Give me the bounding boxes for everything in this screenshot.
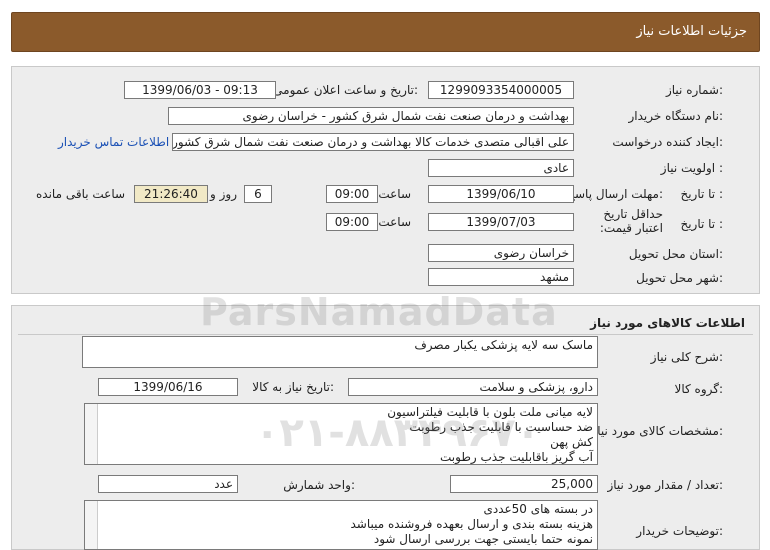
specs-line: لایه میانی ملت بلون با قابلیت فیلتراسیون (387, 405, 593, 419)
notes-scrollbar[interactable] (85, 501, 98, 549)
validity-time-label: ساعت (378, 215, 411, 229)
validity-date-field: 1399/07/03 (428, 213, 574, 231)
summary-label: شرح کلی نیاز: (650, 350, 723, 364)
need-number-label: شماره نیاز: (665, 83, 723, 97)
days-label: روز و (210, 187, 237, 201)
summary-field: ماسک سه لایه پزشکی یکبار مصرف (82, 336, 598, 368)
city-label: شهر محل تحویل: (636, 271, 723, 285)
announce-label: تاریخ و ساعت اعلان عمومی: (273, 83, 418, 97)
notes-line: هزینه بسته بندی و ارسال بعهده فروشنده می… (350, 517, 594, 531)
page-header: جزئیات اطلاعات نیاز (11, 12, 760, 52)
buyer-label: نام دستگاه خریدار: (628, 109, 724, 123)
need-date-field: 1399/06/16 (98, 378, 238, 396)
page-title: جزئیات اطلاعات نیاز (636, 24, 747, 39)
province-field: خراسان رضوی (428, 244, 574, 262)
section-divider (18, 334, 753, 335)
buyer-contact-link[interactable]: اطلاعات تماس خریدار (58, 135, 169, 149)
specs-scrollbar[interactable] (85, 404, 98, 464)
specs-line: ضد حساسیت با قابلیت جذب رطوبت (409, 420, 593, 434)
validity-time-field: 09:00 (326, 213, 378, 231)
validity-label: حداقل تاریخ اعتبار قیمت: (599, 207, 663, 235)
priority-field: عادی (428, 159, 574, 177)
send-date-field: 1399/06/10 (428, 185, 574, 203)
group-field: دارو، پزشکی و سلامت (348, 378, 598, 396)
group-label: گروه کالا: (674, 382, 724, 396)
priority-label: اولویت نیاز : (660, 161, 723, 175)
creator-label: ایجاد کننده درخواست: (612, 135, 723, 149)
need-info-panel: شماره نیاز: 1299093354000005 تاریخ و ساع… (11, 66, 760, 294)
need-number-field: 1299093354000005 (428, 81, 574, 99)
validity-to-date-label: تا تاریخ : (680, 217, 723, 231)
goods-section-title: اطلاعات کالاهای مورد نیاز (590, 316, 745, 330)
city-field: مشهد (428, 268, 574, 286)
send-time-label: ساعت (378, 187, 411, 201)
days-field: 6 (244, 185, 272, 203)
send-deadline-label: مهلت ارسال پاسخ: (567, 187, 663, 201)
unit-field: عدد (98, 475, 238, 493)
specs-line: آب گریز باقابلیت جذب رطوبت (440, 450, 593, 464)
buyer-notes-label: توضیحات خریدار: (636, 524, 723, 538)
notes-line: در بسته های 50عددی (483, 502, 593, 516)
qty-field: 25,000 (450, 475, 598, 493)
specs-label: مشخصات کالای مورد نیاز: (591, 424, 723, 438)
send-to-date-label: تا تاریخ : (680, 187, 723, 201)
unit-label: واحد شمارش: (283, 478, 355, 492)
qty-label: تعداد / مقدار مورد نیاز: (607, 478, 723, 492)
need-date-label: تاریخ نیاز به کالا: (252, 380, 334, 394)
specs-line: کش پهن (550, 435, 593, 449)
creator-field: علی اقبالی متصدی خدمات کالا بهداشت و درم… (172, 133, 574, 151)
announce-field: 1399/06/03 - 09:13 (124, 81, 276, 99)
send-time-field: 09:00 (326, 185, 378, 203)
remaining-label: ساعت باقی مانده (36, 187, 126, 201)
buyer-field: بهداشت و درمان صنعت نفت شمال شرق کشور - … (168, 107, 574, 125)
specs-field[interactable]: لایه میانی ملت بلون با قابلیت فیلتراسیون… (84, 403, 598, 465)
buyer-notes-field[interactable]: در بسته های 50عددی هزینه بسته بندی و ارس… (84, 500, 598, 550)
province-label: استان محل تحویل: (628, 247, 723, 261)
remaining-time-field: 21:26:40 (134, 185, 208, 203)
goods-panel: اطلاعات کالاهای مورد نیاز شرح کلی نیاز: … (11, 305, 760, 550)
